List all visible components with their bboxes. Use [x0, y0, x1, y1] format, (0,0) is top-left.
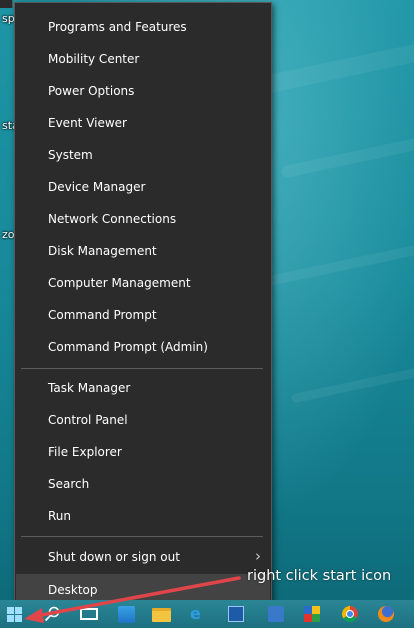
chrome-icon[interactable]	[342, 606, 358, 622]
menu-item-programs-and-features[interactable]: Programs and Features	[15, 11, 271, 43]
menu-item-power-options[interactable]: Power Options	[15, 75, 271, 107]
store-icon[interactable]	[118, 606, 135, 623]
desktop-icon[interactable]	[0, 0, 13, 8]
menu-item-device-manager[interactable]: Device Manager	[15, 171, 271, 203]
windows-start-icon[interactable]	[7, 607, 23, 623]
wallpaper-streak	[280, 133, 414, 179]
menu-item-label: Shut down or sign out	[48, 550, 180, 564]
chevron-right-icon: ›	[255, 547, 261, 565]
menu-item-control-panel[interactable]: Control Panel	[15, 404, 271, 436]
menu-item-mobility-center[interactable]: Mobility Center	[15, 43, 271, 75]
internet-explorer-icon[interactable]: e	[190, 606, 206, 622]
desktop-icon-label[interactable]: zo	[2, 228, 15, 241]
firefox-icon[interactable]	[378, 606, 394, 622]
app-icon[interactable]	[268, 606, 284, 622]
winx-context-menu: Programs and Features Mobility Center Po…	[14, 2, 272, 610]
menu-item-file-explorer[interactable]: File Explorer	[15, 436, 271, 468]
menu-item-command-prompt[interactable]: Command Prompt	[15, 299, 271, 331]
desktop-icon-label[interactable]: sp	[2, 12, 15, 25]
task-view-icon[interactable]	[80, 608, 98, 620]
app-icon[interactable]	[228, 606, 244, 622]
wallpaper-streak	[260, 242, 414, 288]
search-icon[interactable]	[44, 606, 60, 622]
menu-item-system[interactable]: System	[15, 139, 271, 171]
wallpaper-streak	[250, 41, 414, 97]
menu-item-task-manager[interactable]: Task Manager	[15, 372, 271, 404]
annotation-text: right click start icon	[247, 568, 392, 584]
menu-separator	[21, 536, 263, 537]
menu-item-run[interactable]: Run	[15, 500, 271, 532]
file-explorer-icon[interactable]	[152, 608, 171, 622]
menu-item-search[interactable]: Search	[15, 468, 271, 500]
menu-separator	[21, 368, 263, 369]
menu-item-disk-management[interactable]: Disk Management	[15, 235, 271, 267]
app-icon[interactable]	[304, 606, 320, 622]
menu-item-command-prompt-admin[interactable]: Command Prompt (Admin)	[15, 331, 271, 363]
menu-item-event-viewer[interactable]: Event Viewer	[15, 107, 271, 139]
menu-item-network-connections[interactable]: Network Connections	[15, 203, 271, 235]
wallpaper-streak	[290, 365, 414, 404]
menu-item-computer-management[interactable]: Computer Management	[15, 267, 271, 299]
menu-item-shut-down-or-sign-out[interactable]: Shut down or sign out ›	[15, 541, 271, 573]
